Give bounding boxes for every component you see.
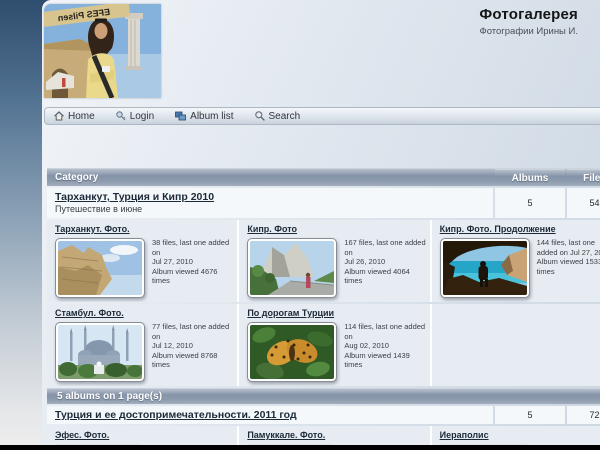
album-stats: 167 files, last one added on Jul 26, 201… — [344, 238, 425, 286]
album-link-kipr-prodolzhenie[interactable]: Кипр. Фото. Продолжение — [440, 224, 600, 235]
column-header-category: Category — [47, 169, 493, 186]
album-stats: 144 files, last one added on Jul 27, 201… — [537, 238, 600, 276]
category-albums-count-2: 5 — [495, 406, 565, 424]
main-menu: Home Login Album list Search — [44, 107, 600, 125]
album-grid-row-2: Стамбул. Фото. — [47, 304, 600, 386]
album-list-icon — [174, 110, 187, 122]
album-cell-po-dorogam: По дорогам Турции — [239, 304, 429, 386]
album-cell-kipr: Кипр. Фото — [239, 220, 429, 302]
category-row-2: Турция и ее достопримечательности. 2011 … — [47, 406, 600, 424]
photo-gallery-page: EFES Pilsen Фотогалерея Фотографии Ирины… — [0, 0, 600, 450]
album-stats: 77 files, last one added on Jul 12, 2010… — [152, 322, 233, 370]
album-count-bar: 5 albums on 1 page(s) — [47, 388, 600, 404]
album-thumb-po-dorogam[interactable] — [247, 322, 337, 382]
category-files-count-2: 72 — [567, 406, 600, 424]
nav-label-home: Home — [68, 111, 95, 122]
kipr-mountain-image — [250, 241, 334, 295]
nav-item-home[interactable]: Home — [53, 110, 95, 122]
nav-label-search: Search — [269, 111, 301, 122]
album-thumb-stambul[interactable] — [55, 322, 145, 382]
category-link-tarhankut[interactable]: Тарханкут, Турция и Кипр 2010 — [55, 191, 485, 203]
nav-label-login: Login — [130, 111, 154, 122]
album-stats: 38 files, last one added on Jul 27, 2010… — [152, 238, 233, 286]
album-link-ierapolis[interactable]: Иераполис — [440, 430, 600, 441]
album-stats: 114 files, last one added on Aug 02, 201… — [344, 322, 425, 370]
page-title: Фотогалерея — [479, 6, 578, 23]
tarhankut-rocks-image — [58, 241, 142, 295]
category-table: Category Albums Files Тарханкут, Турция … — [47, 168, 600, 450]
album-link-po-dorogam[interactable]: По дорогам Турции — [247, 308, 425, 319]
album-cell-tarhankut: Тарханкут. Фото. 38 files, l — [47, 220, 237, 302]
bottom-black-bar — [0, 445, 600, 450]
column-header-albums: Albums — [495, 169, 565, 186]
album-grid-row-1: Тарханкут. Фото. 38 files, l — [47, 220, 600, 302]
category-albums-count: 5 — [495, 188, 565, 218]
album-link-stambul[interactable]: Стамбул. Фото. — [55, 308, 233, 319]
cave-sea-image — [443, 241, 527, 295]
nav-label-album-list: Album list — [190, 111, 233, 122]
album-link-pamukkale[interactable]: Памуккале. Фото. — [247, 430, 425, 441]
album-thumb-kipr[interactable] — [247, 238, 337, 298]
category-description: Путешествие в июне — [55, 204, 485, 215]
home-icon — [53, 110, 65, 122]
page-subtitle: Фотографии Ирины И. — [479, 26, 578, 37]
mosque-image — [58, 325, 142, 379]
column-header-files: Files — [567, 169, 600, 186]
nav-item-login[interactable]: Login — [115, 110, 154, 122]
album-thumb-tarhankut[interactable] — [55, 238, 145, 298]
table-header-row: Category Albums Files — [47, 168, 600, 186]
header-photo: EFES Pilsen — [44, 4, 161, 98]
nav-item-search[interactable]: Search — [254, 110, 301, 122]
album-link-efes[interactable]: Эфес. Фото. — [55, 430, 233, 441]
album-thumb-kipr-prodolzhenie[interactable] — [440, 238, 530, 298]
nav-item-album-list[interactable]: Album list — [174, 110, 233, 122]
search-icon — [254, 110, 266, 122]
category-link-turkey-2011[interactable]: Турция и ее достопримечательности. 2011 … — [55, 409, 297, 421]
butterfly-image — [250, 325, 334, 379]
header-photo-image: EFES Pilsen — [44, 4, 161, 98]
album-link-tarhankut[interactable]: Тарханкут. Фото. — [55, 224, 233, 235]
category-files-count: 54 — [567, 188, 600, 218]
album-cell-empty — [432, 304, 600, 386]
album-cell-kipr-prodolzhenie: Кипр. Фото. Продолжение — [432, 220, 600, 302]
album-cell-stambul: Стамбул. Фото. — [47, 304, 237, 386]
category-row: Тарханкут, Турция и Кипр 2010 Путешестви… — [47, 188, 600, 218]
album-link-kipr[interactable]: Кипр. Фото — [247, 224, 425, 235]
key-icon — [115, 110, 127, 122]
